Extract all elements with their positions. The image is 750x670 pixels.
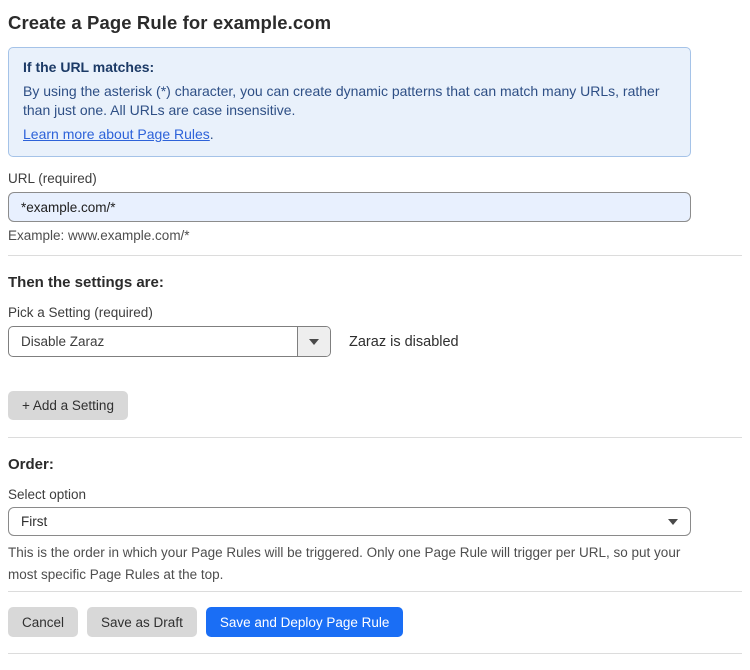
settings-section-heading: Then the settings are: [8, 274, 750, 291]
setting-dropdown-arrow-button[interactable] [297, 327, 330, 356]
divider [8, 591, 742, 592]
setting-dropdown[interactable]: Disable Zaraz [8, 326, 331, 357]
order-select-value: First [21, 514, 47, 529]
cancel-button[interactable]: Cancel [8, 607, 78, 637]
page-title: Create a Page Rule for example.com [8, 12, 750, 34]
url-input[interactable] [8, 192, 691, 222]
setting-dropdown-value: Disable Zaraz [9, 327, 297, 356]
pick-setting-label: Pick a Setting (required) [8, 305, 750, 320]
divider [8, 653, 742, 654]
order-select[interactable]: First [8, 507, 691, 536]
url-match-info-box: If the URL matches: By using the asteris… [8, 47, 691, 157]
chevron-down-icon [309, 339, 319, 345]
divider [8, 437, 742, 438]
save-deploy-button[interactable]: Save and Deploy Page Rule [206, 607, 404, 637]
setting-picker-row: Disable Zaraz Zaraz is disabled [8, 326, 750, 357]
link-suffix: . [210, 126, 214, 142]
save-draft-button[interactable]: Save as Draft [87, 607, 197, 637]
order-helper-text: This is the order in which your Page Rul… [8, 542, 698, 586]
chevron-down-icon [668, 519, 678, 525]
setting-status-text: Zaraz is disabled [349, 334, 459, 350]
divider [8, 255, 742, 256]
footer-actions: Cancel Save as Draft Save and Deploy Pag… [8, 607, 750, 637]
order-section-heading: Order: [8, 456, 750, 473]
info-box-heading: If the URL matches: [23, 58, 676, 78]
learn-more-link[interactable]: Learn more about Page Rules [23, 126, 210, 142]
url-example-helper: Example: www.example.com/* [8, 228, 750, 243]
url-field-label: URL (required) [8, 171, 750, 186]
add-setting-button[interactable]: + Add a Setting [8, 391, 128, 420]
page-rule-form: Create a Page Rule for example.com If th… [0, 0, 750, 654]
order-select-label: Select option [8, 487, 750, 502]
info-box-link-line: Learn more about Page Rules. [23, 125, 676, 145]
info-box-body: By using the asterisk (*) character, you… [23, 82, 673, 121]
